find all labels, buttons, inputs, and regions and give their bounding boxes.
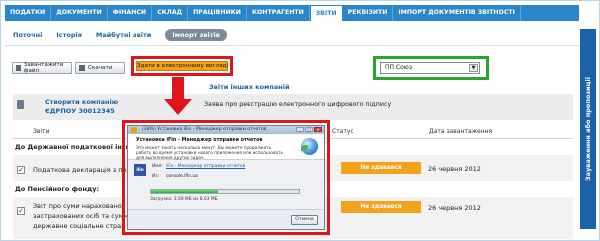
progress-fill	[151, 190, 218, 193]
feedback-side-tab[interactable]: Зауваження або пропозиції	[580, 29, 596, 229]
nav-item-reports[interactable]: ЗВІТИ	[309, 5, 343, 21]
divider	[5, 45, 579, 46]
nav-item-requisites[interactable]: РЕКВІЗИТИ	[343, 5, 394, 21]
upload-date: 26 червня 2012	[428, 204, 481, 212]
status-badge: Не здавався	[341, 162, 421, 174]
download-label: Скачати	[88, 65, 113, 71]
group-title-pension-fund: До Пенсійного фонду:	[15, 185, 100, 193]
tab-future-reports[interactable]: Майбутні звіти	[96, 31, 151, 39]
name-label: Имя:	[152, 164, 163, 169]
report-name-line3: державне соціальне страх	[33, 222, 125, 230]
upload-file-button[interactable]: Завантажити файл	[12, 62, 72, 74]
dialog-subtext: Это может занять несколько минут. Вы мож…	[136, 145, 283, 160]
cancel-button[interactable]: Отмена	[291, 215, 318, 225]
document-icon	[17, 100, 24, 109]
group-title-tax-inspection: До Державної податкової інсп	[15, 143, 131, 151]
tab-history[interactable]: Історія	[56, 31, 82, 39]
top-nav: ПОДАТКИ ДОКУМЕНТИ ФІНАНСИ СКЛАД ПРАЦІВНИ…	[5, 5, 579, 21]
download-progress-bar	[150, 189, 300, 194]
nav-item-taxes[interactable]: ПОДАТКИ	[5, 5, 52, 21]
signature-registration-text: Заява про реєстрацію електронного цифров…	[204, 101, 392, 108]
dialog-footer: Отмена	[128, 209, 324, 229]
download-icon	[79, 65, 85, 71]
create-company-line1: Створити компанію	[45, 98, 119, 106]
column-header-status: Статус	[332, 128, 354, 135]
company-select[interactable]: ПП Союз ▼	[380, 62, 480, 74]
arrow-down-icon	[164, 99, 192, 115]
report-name[interactable]: Податкова декларація з под	[33, 165, 131, 175]
report-name-line2: застрахованих осіб та сумм	[33, 212, 129, 220]
upload-icon	[16, 65, 21, 71]
dialog-title: (38%) Установка iFin - Менеджер отправки…	[142, 127, 267, 132]
nav-item-import-reporting-docs[interactable]: ІМПОРТ ДОКУМЕНТІВ ЗВІТНОСТІ	[393, 5, 521, 21]
dialog-titlebar[interactable]: (38%) Установка iFin - Менеджер отправки…	[128, 126, 324, 134]
create-company-line2: ЄДРПОУ 30012345	[45, 107, 115, 115]
source-host: console.ifin.ua	[166, 174, 198, 179]
nav-item-documents[interactable]: ДОКУМЕНТИ	[51, 5, 108, 21]
tab-import-reports[interactable]: Імпорт звітів	[165, 29, 227, 41]
dialog-heading: Установка iFin - Менеджер отправки отчет…	[136, 138, 263, 143]
dialog-header: Установка iFin - Менеджер отправки отчет…	[128, 134, 324, 160]
installer-dialog: (38%) Установка iFin - Менеджер отправки…	[127, 125, 325, 230]
upload-file-label: Завантажити файл	[23, 62, 64, 74]
company-select-value: ПП Союз	[385, 64, 413, 71]
close-icon[interactable]: ×	[314, 127, 322, 132]
maximize-icon[interactable]: □	[305, 127, 313, 132]
nav-item-warehouse[interactable]: СКЛАД	[152, 5, 189, 21]
tab-current[interactable]: Поточні	[13, 31, 42, 39]
chevron-down-icon[interactable]: ▼	[469, 64, 478, 72]
column-header-reports: Звіти	[33, 128, 50, 135]
from-label: Из:	[152, 174, 160, 179]
page: ПОДАТКИ ДОКУМЕНТИ ФІНАНСИ СКЛАД ПРАЦІВНИ…	[0, 0, 600, 241]
nav-item-finance[interactable]: ФІНАНСИ	[108, 5, 153, 21]
download-button[interactable]: Скачати	[75, 62, 125, 74]
row-checkbox[interactable]: ✓	[17, 207, 25, 215]
window-controls: _ □ ×	[296, 127, 322, 132]
report-name[interactable]: Звіт про суми нарахованої застрахованих …	[33, 201, 128, 231]
info-row: Створити компанію ЄДРПОУ 30012345 Заява …	[13, 94, 573, 120]
sub-tabs: Поточні Історія Майбутні звіти Імпорт зв…	[13, 29, 227, 41]
nav-item-counterparties[interactable]: КОНТРАГЕНТИ	[247, 5, 310, 21]
create-company-link[interactable]: Створити компанію ЄДРПОУ 30012345	[45, 98, 118, 116]
ifin-app-icon: ifin	[134, 164, 146, 176]
row-checkbox[interactable]: ✓	[17, 166, 25, 174]
minimize-icon[interactable]: _	[296, 127, 304, 132]
report-name-line1: Звіт про суми нарахованої	[33, 202, 124, 210]
feedback-label: Зауваження або пропозиції	[584, 77, 592, 181]
status-badge: Не здавався	[341, 201, 421, 213]
column-header-date: Дата завантаження	[429, 128, 493, 135]
upload-date: 26 червня 2012	[428, 165, 481, 173]
nav-item-employees[interactable]: ПРАЦІВНИКИ	[188, 5, 247, 21]
app-name-link[interactable]: iFin - Менеджер отправки отчетов	[166, 164, 245, 169]
arrow-down-icon	[172, 77, 184, 101]
submit-electronic-button[interactable]: Здати в електронному вигляді	[136, 61, 228, 71]
progress-text: Загрузка: 3,59 МБ из 8,03 МБ	[150, 197, 218, 202]
app-icon	[131, 127, 137, 133]
other-companies-reports-title: Звіти інших компаній	[209, 83, 290, 91]
